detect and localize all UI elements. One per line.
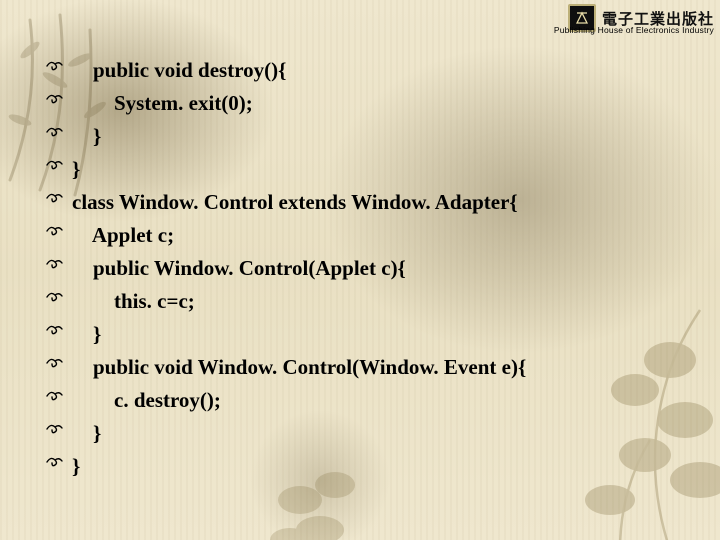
slide: 電子工業出版社 Publishing House of Electronics …: [0, 0, 720, 540]
bullet-icon: [44, 56, 72, 84]
code-text: public Window. Control(Applet c){: [72, 254, 406, 282]
code-text: }: [72, 122, 101, 150]
bullet-icon: [44, 188, 72, 216]
bullet-icon: [44, 287, 72, 315]
code-text: c. destroy();: [72, 386, 221, 414]
bullet-icon: [44, 221, 72, 249]
bullet-icon: [44, 122, 72, 150]
code-text: this. c=c;: [72, 287, 195, 315]
code-line: public void Window. Control(Window. Even…: [44, 353, 680, 381]
code-line: public void destroy(){: [44, 56, 680, 84]
code-block: public void destroy(){ System. exit(0); …: [44, 56, 680, 485]
bullet-icon: [44, 320, 72, 348]
publisher-name-en: Publishing House of Electronics Industry: [554, 25, 714, 35]
code-line: }: [44, 155, 680, 183]
code-text: System. exit(0);: [72, 89, 253, 117]
bullet-icon: [44, 452, 72, 480]
code-line: this. c=c;: [44, 287, 680, 315]
code-text: public void destroy(){: [72, 56, 286, 84]
code-text: }: [72, 155, 80, 183]
code-text: class Window. Control extends Window. Ad…: [72, 188, 518, 216]
bullet-icon: [44, 155, 72, 183]
bullet-icon: [44, 353, 72, 381]
code-text: Applet c;: [72, 221, 174, 249]
code-text: }: [72, 452, 80, 480]
code-line: System. exit(0);: [44, 89, 680, 117]
bullet-icon: [44, 254, 72, 282]
code-line: }: [44, 320, 680, 348]
code-line: public Window. Control(Applet c){: [44, 254, 680, 282]
code-line: }: [44, 452, 680, 480]
code-line: }: [44, 419, 680, 447]
code-text: public void Window. Control(Window. Even…: [72, 353, 526, 381]
bullet-icon: [44, 386, 72, 414]
code-line: Applet c;: [44, 221, 680, 249]
code-line: class Window. Control extends Window. Ad…: [44, 188, 680, 216]
code-text: }: [72, 419, 101, 447]
bullet-icon: [44, 89, 72, 117]
code-text: }: [72, 320, 101, 348]
code-line: c. destroy();: [44, 386, 680, 414]
bullet-icon: [44, 419, 72, 447]
code-line: }: [44, 122, 680, 150]
